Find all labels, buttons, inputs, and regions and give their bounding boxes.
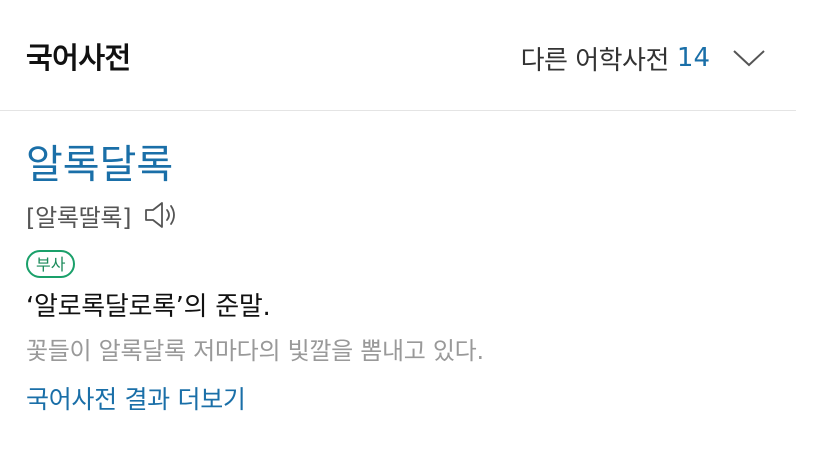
more-results-link[interactable]: 국어사전 결과 더보기 xyxy=(26,382,806,418)
pronunciation: [알록딸록] xyxy=(26,203,132,232)
chevron-down-icon xyxy=(733,50,765,67)
speaker-icon[interactable] xyxy=(143,200,179,230)
definition-text: ‘알로록달로록’의 준말. xyxy=(26,292,271,322)
dictionary-entry: 알록달록 [알록딸록] 부사 ‘알로록달로록’의 준말. 꽃들이 알록달록 저마… xyxy=(26,138,806,418)
other-dictionaries-label: 다른 어학사전 xyxy=(520,45,670,76)
example-sentence: 꽃들이 알록달록 저마다의 빛깔을 뽐내고 있다. xyxy=(26,337,484,365)
other-dictionaries-count: 14 xyxy=(676,43,710,73)
dictionary-card: 국어사전 다른 어학사전 14 알록달록 [알록딸록] 부사 ‘알로록달로록’의… xyxy=(0,0,840,470)
dictionary-header: 국어사전 다른 어학사전 14 xyxy=(0,0,796,111)
dictionary-title: 국어사전 xyxy=(26,41,131,75)
pronunciation-row: [알록딸록] xyxy=(26,198,806,232)
other-dictionaries-dropdown[interactable]: 다른 어학사전 14 xyxy=(521,38,766,78)
part-of-speech-badge: 부사 xyxy=(26,250,76,278)
headword-link[interactable]: 알록달록 xyxy=(26,138,806,192)
